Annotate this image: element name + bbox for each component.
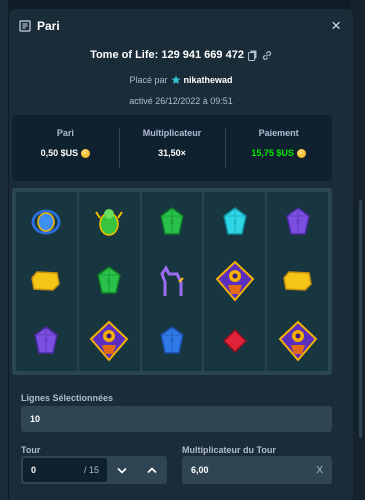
stat-label: Paiement <box>258 128 299 138</box>
tour-input[interactable]: 0 / 15 <box>23 458 107 482</box>
modal-header: Pari × <box>9 9 353 43</box>
stat-value: 31,50× <box>158 148 186 158</box>
tour-max: / 15 <box>83 465 99 475</box>
right-content-edge <box>351 0 365 500</box>
svg-text:𓋹: 𓋹 <box>170 338 174 347</box>
svg-text:𓋹: 𓋹 <box>170 219 174 228</box>
usd-coin-icon <box>296 148 306 158</box>
green-gem-symbol: 𓋹 <box>79 252 140 312</box>
yellow-gem-symbol <box>16 252 77 312</box>
tour-multiplier-label: Multiplicateur du Tour <box>182 445 276 455</box>
usd-coin-icon <box>81 148 91 158</box>
stat-multiplier: Multiplicateur 31,50× <box>118 115 226 181</box>
tour-value: 0 <box>31 465 37 475</box>
multiplier-x-icon: X <box>316 464 323 476</box>
chevron-down-icon <box>117 467 127 474</box>
stat-bet: Pari 0,50 $US <box>12 115 119 181</box>
purple-gem-a-symbol: 𓋹 <box>267 192 328 252</box>
yellow-gem-symbol <box>267 252 328 312</box>
username-link[interactable]: nikathewad <box>184 75 233 85</box>
purple-gem-a-symbol: 𓋹 <box>16 311 77 371</box>
tour-decrement-button[interactable] <box>107 456 137 484</box>
bet-amount: 0,50 $US <box>40 148 79 158</box>
pharaoh-bonus-symbol <box>267 311 328 371</box>
svg-text:𓋹: 𓋹 <box>233 219 237 228</box>
stat-value: 0,50 $US <box>41 148 91 158</box>
tour-label: Tour <box>21 445 41 455</box>
payout-amount: 15,75 $US <box>251 148 294 158</box>
stat-label: Pari <box>56 128 74 138</box>
svg-text:𓋹: 𓋹 <box>44 338 48 347</box>
close-icon[interactable]: × <box>331 17 341 34</box>
cyan-gem-symbol: 𓋹 <box>204 192 265 252</box>
pharaoh-bonus-symbol <box>79 311 140 371</box>
stat-payout: Paiement 15,75 $US <box>225 115 332 181</box>
purple-jackal-symbol <box>142 252 203 312</box>
stat-label: Multiplicateur <box>142 128 202 138</box>
blue-scarab-symbol <box>16 192 77 252</box>
vip-star-icon <box>171 75 181 85</box>
reel-column: 𓋹 <box>204 192 266 371</box>
lines-input[interactable]: 10 <box>21 406 332 432</box>
placed-by-label: Placé par <box>129 75 168 85</box>
reel-column: 𓋹 <box>78 192 140 371</box>
left-sidebar-edge <box>0 0 8 500</box>
red-gem-symbol <box>204 311 265 371</box>
lines-value: 10 <box>30 414 41 424</box>
modal-title: Pari <box>37 19 60 33</box>
pharaoh-bonus-symbol <box>204 252 265 312</box>
bet-stats-panel: Pari 0,50 $US Multiplicateur 31,50× Paie… <box>12 115 332 181</box>
game-title: Tome of Life: 129 941 669 472 <box>90 49 244 61</box>
game-title-row: Tome of Life: 129 941 669 472 <box>9 49 353 61</box>
stat-value: 15,75 $US <box>251 148 306 158</box>
green-gem-symbol: 𓋹 <box>142 192 203 252</box>
link-icon[interactable] <box>262 50 272 61</box>
green-beetle-symbol <box>79 192 140 252</box>
reel-column: 𓋹 <box>267 192 328 371</box>
blue-gem-symbol: 𓋹 <box>142 311 203 371</box>
slot-reels: 𓋹𓋹𓋹𓋹𓋹𓋹 <box>16 192 328 371</box>
svg-text:𓋹: 𓋹 <box>107 278 111 287</box>
reel-column: 𓋹 <box>16 192 77 371</box>
svg-text:𓋹: 𓋹 <box>296 219 300 228</box>
bet-ticket-icon <box>19 20 31 32</box>
reel-column: 𓋹𓋹 <box>141 192 203 371</box>
chevron-up-icon <box>147 466 157 473</box>
multiplier-value: 31,50× <box>158 148 186 158</box>
tour-field: 0 / 15 <box>21 456 167 484</box>
placed-by-row: Placé par nikathewad <box>9 75 353 85</box>
lines-label: Lignes Sélectionnées <box>21 393 114 403</box>
slot-board: 𓋹𓋹𓋹𓋹𓋹𓋹 <box>12 188 332 375</box>
copy-icon[interactable] <box>247 50 258 61</box>
modal-scrollbar[interactable] <box>359 200 362 438</box>
activation-date: activé 26/12/2022 à 09:51 <box>129 96 233 106</box>
tour-multiplier-input[interactable]: 6,00 X <box>182 456 332 484</box>
tour-multiplier-value: 6,00 <box>191 465 209 475</box>
tour-increment-button[interactable] <box>137 456 167 484</box>
